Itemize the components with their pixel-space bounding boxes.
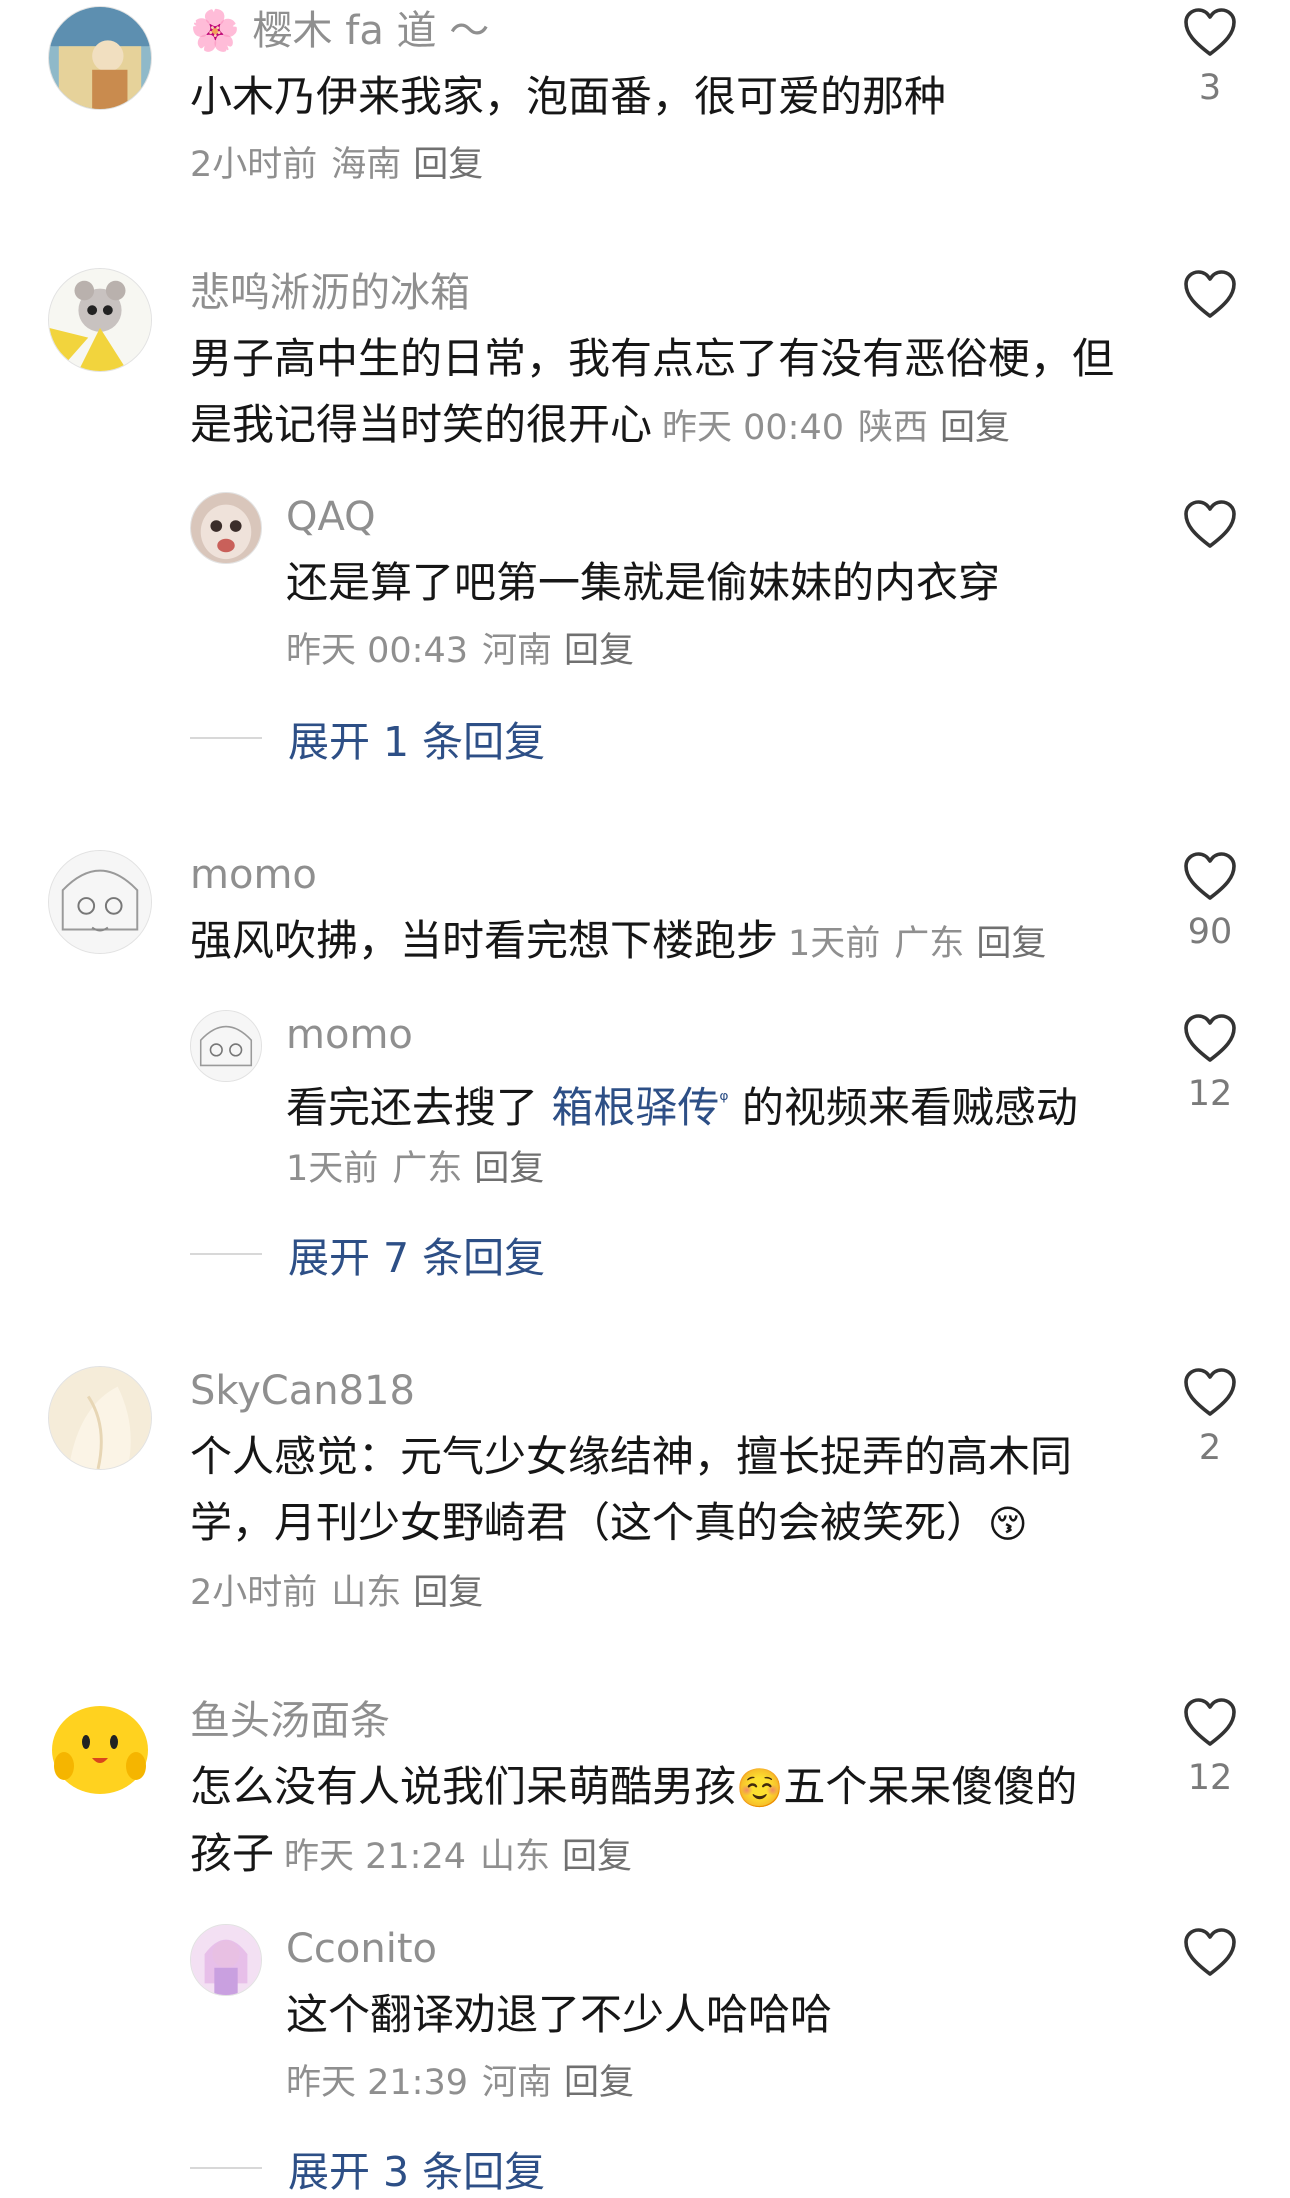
comment-region: 山东 bbox=[480, 1837, 551, 1877]
comment-time: 1天前 bbox=[788, 924, 881, 964]
like-button[interactable]: 3 bbox=[1170, 6, 1250, 108]
reply-author[interactable]: QAQ bbox=[286, 492, 376, 542]
comment-body-start: 怎么没有人说我们呆萌酷男孩 bbox=[190, 1762, 737, 1811]
comment-text: 怎么没有人说我们呆萌酷男孩☺️五个呆呆傻傻的孩子 昨天 21:24 山东 回复 bbox=[190, 1754, 1110, 1890]
comment-body: 强风吹拂，当时看完想下楼跑步 bbox=[190, 916, 779, 965]
comment-region: 广东 bbox=[894, 924, 965, 964]
emoji-icon: 😚 bbox=[988, 1502, 1028, 1546]
reply-avatar[interactable] bbox=[190, 1924, 262, 1996]
comment-author[interactable]: SkyCan818 bbox=[190, 1366, 415, 1416]
comment-time: 2小时前 bbox=[190, 1573, 318, 1613]
reply-button[interactable]: 回复 bbox=[474, 1149, 544, 1189]
reply-like-button[interactable]: 12 bbox=[1170, 1012, 1250, 1114]
reply-meta: 昨天 21:39 河南 回复 bbox=[286, 2060, 634, 2106]
comment-text: 个人感觉：元气少女缘结神，擅长捉弄的高木同学，月刊少女野崎君（这个真的会被笑死）… bbox=[190, 1424, 1090, 1557]
expand-replies-label[interactable]: 展开 1 条回复 bbox=[288, 708, 545, 768]
comment-region: 山东 bbox=[331, 1573, 402, 1613]
heart-icon bbox=[1182, 1926, 1238, 1978]
reply-avatar[interactable] bbox=[190, 1010, 262, 1082]
expand-replies-label[interactable]: 展开 7 条回复 bbox=[288, 1224, 545, 1284]
reply-button[interactable]: 回复 bbox=[413, 145, 483, 185]
like-count: 12 bbox=[1187, 1758, 1233, 1798]
reply-author[interactable]: Cconito bbox=[286, 1924, 437, 1974]
comment-text: 小木乃伊来我家，泡面番，很可爱的那种 bbox=[190, 72, 947, 121]
heart-icon bbox=[1182, 498, 1238, 550]
comment-region: 陕西 bbox=[858, 408, 929, 448]
expand-replies[interactable]: 展开 7 条回复 bbox=[190, 1224, 545, 1284]
avatar[interactable] bbox=[48, 850, 152, 954]
search-link[interactable]: 箱根驿传ᵠ bbox=[551, 1083, 728, 1132]
reply-region: 河南 bbox=[482, 2063, 553, 2103]
comment-author[interactable]: 悲鸣淅沥的冰箱 bbox=[190, 268, 470, 318]
comment-author[interactable]: momo bbox=[190, 850, 317, 900]
reply-meta: 昨天 00:43 河南 回复 bbox=[286, 628, 634, 674]
comment-region: 海南 bbox=[331, 145, 402, 185]
reply-like-button[interactable] bbox=[1170, 1926, 1250, 1988]
expand-replies[interactable]: 展开 3 条回复 bbox=[190, 2138, 545, 2198]
divider bbox=[190, 1253, 262, 1255]
divider bbox=[190, 2167, 262, 2169]
reply-meta: 1天前 广东 回复 bbox=[286, 1146, 544, 1192]
comment-author[interactable]: 🌸 樱木 fa 道 ～ bbox=[190, 6, 489, 56]
like-button[interactable]: 90 bbox=[1170, 850, 1250, 952]
reply-text: 还是算了吧第一集就是偷妹妹的内衣穿 bbox=[286, 558, 1001, 607]
reply-region: 河南 bbox=[482, 631, 553, 671]
heart-icon bbox=[1182, 1696, 1238, 1748]
reply-button[interactable]: 回复 bbox=[564, 631, 634, 671]
comment-time: 2小时前 bbox=[190, 145, 318, 185]
emoji-icon: ☺️ bbox=[736, 1766, 784, 1810]
heart-icon bbox=[1182, 1012, 1238, 1064]
reply-time: 昨天 21:39 bbox=[286, 2063, 468, 2103]
like-button[interactable]: 2 bbox=[1170, 1366, 1250, 1468]
reply-time: 1天前 bbox=[286, 1149, 379, 1189]
comment-meta: 昨天 21:24 山东 回复 bbox=[284, 1837, 632, 1877]
like-count: 2 bbox=[1198, 1428, 1222, 1468]
heart-icon bbox=[1182, 6, 1238, 58]
like-count: 3 bbox=[1198, 68, 1222, 108]
comment-text: 强风吹拂，当时看完想下楼跑步 1天前 广东 回复 bbox=[190, 908, 1150, 977]
expand-replies[interactable]: 展开 1 条回复 bbox=[190, 708, 545, 768]
search-term: 箱根驿传 bbox=[551, 1083, 720, 1132]
like-count: 90 bbox=[1187, 912, 1233, 952]
reply-text: 这个翻译劝退了不少人哈哈哈 bbox=[286, 1990, 833, 2039]
search-icon: ᵠ bbox=[719, 1088, 729, 1113]
avatar[interactable] bbox=[48, 1366, 152, 1470]
heart-icon bbox=[1182, 1366, 1238, 1418]
like-button[interactable]: 12 bbox=[1170, 1696, 1250, 1798]
avatar[interactable] bbox=[48, 268, 152, 372]
reply-region: 广东 bbox=[392, 1149, 463, 1189]
avatar[interactable] bbox=[48, 6, 152, 110]
reply-button[interactable]: 回复 bbox=[940, 408, 1010, 448]
heart-icon bbox=[1182, 268, 1238, 320]
expand-replies-label[interactable]: 展开 3 条回复 bbox=[288, 2138, 545, 2198]
heart-icon bbox=[1182, 850, 1238, 902]
reply-author[interactable]: momo bbox=[286, 1010, 413, 1060]
reply-time: 昨天 00:43 bbox=[286, 631, 468, 671]
reply-button[interactable]: 回复 bbox=[562, 1837, 632, 1877]
comment-meta: 2小时前 山东 回复 bbox=[190, 1570, 483, 1616]
comment-text: 男子高中生的日常，我有点忘了有没有恶俗梗，但是我记得当时笑的很开心 昨天 00:4… bbox=[190, 326, 1150, 461]
reply-avatar[interactable] bbox=[190, 492, 262, 564]
reply-text: 看完还去搜了 箱根驿传ᵠ 的视频来看贼感动 bbox=[286, 1068, 1166, 1141]
reply-button[interactable]: 回复 bbox=[564, 2063, 634, 2103]
comment-meta: 昨天 00:40 陕西 回复 bbox=[662, 408, 1010, 448]
reply-button[interactable]: 回复 bbox=[976, 924, 1046, 964]
divider bbox=[190, 737, 262, 739]
comment-body: 个人感觉：元气少女缘结神，擅长捉弄的高木同学，月刊少女野崎君（这个真的会被笑死） bbox=[190, 1432, 1073, 1547]
comment-meta: 1天前 广东 回复 bbox=[788, 924, 1046, 964]
comment-meta: 2小时前 海南 回复 bbox=[190, 142, 483, 188]
reply-body-start: 看完还去搜了 bbox=[286, 1083, 552, 1132]
avatar[interactable] bbox=[48, 1696, 152, 1800]
like-count: 12 bbox=[1187, 1074, 1233, 1114]
like-button[interactable] bbox=[1170, 268, 1250, 330]
reply-like-button[interactable] bbox=[1170, 498, 1250, 560]
reply-body-end: 的视频来看贼感动 bbox=[728, 1083, 1078, 1132]
reply-button[interactable]: 回复 bbox=[413, 1573, 483, 1613]
comment-time: 昨天 00:40 bbox=[662, 408, 845, 448]
comment-time: 昨天 21:24 bbox=[284, 1837, 467, 1877]
comment-author[interactable]: 鱼头汤面条 bbox=[190, 1696, 390, 1746]
